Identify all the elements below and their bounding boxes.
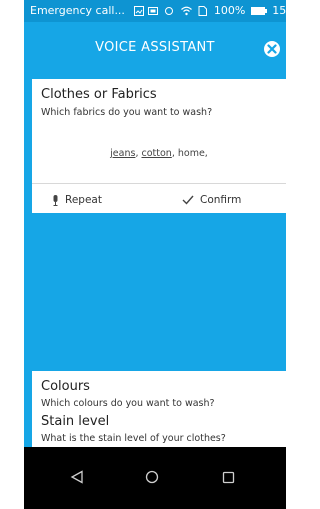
notification-text: Emergency call... (30, 4, 125, 17)
recents-button[interactable] (222, 469, 235, 488)
status-right: 100% 15: (147, 4, 286, 17)
answer-separator: , (204, 148, 208, 159)
right-margin (286, 0, 290, 509)
confirm-button[interactable]: Confirm (182, 194, 241, 206)
sync-icon (165, 7, 174, 15)
close-button[interactable] (264, 41, 280, 57)
question-title: Clothes or Fabrics (41, 87, 157, 102)
card-divider (32, 183, 286, 184)
image-notification-icon (134, 6, 145, 16)
back-button[interactable] (70, 469, 84, 488)
recents-square-icon (222, 471, 235, 484)
screen: Emergency call... 100% 15 VOICE ASSISTAN… (24, 0, 286, 509)
question-card: Clothes or Fabrics Which fabrics do you … (32, 79, 286, 213)
checkmark-icon (182, 195, 194, 205)
phone-frame: Emergency call... 100% 15 VOICE ASSISTAN… (0, 0, 290, 509)
answer-keyword: jeans (110, 148, 136, 159)
app-bar: VOICE ASSISTANT (24, 22, 286, 74)
navigation-bar (24, 447, 286, 509)
repeat-button[interactable]: Repeat (52, 194, 102, 206)
upcoming-questions-card: Colours Which colours do you want to was… (32, 371, 286, 447)
question-prompt: Which fabrics do you want to wash? (41, 107, 213, 118)
confirm-label: Confirm (200, 194, 242, 206)
battery-icon (250, 7, 267, 15)
status-bar: Emergency call... 100% 15 (24, 0, 286, 22)
repeat-label: Repeat (65, 194, 102, 206)
page-title: VOICE ASSISTANT (95, 40, 215, 55)
close-icon (267, 44, 277, 54)
home-button[interactable] (145, 469, 159, 488)
battery-percent: 100% (213, 4, 246, 17)
nfc-icon (147, 7, 158, 15)
wifi-icon (180, 6, 192, 16)
back-triangle-icon (70, 470, 83, 484)
question-prompt: What is the stain level of your clothes? (41, 433, 226, 444)
answer-text: jeans, cotton, home, (32, 148, 286, 159)
question-title: Colours (41, 379, 90, 394)
left-margin (0, 0, 24, 509)
status-left: Emergency call... (30, 4, 145, 17)
home-circle-icon (145, 470, 159, 484)
microphone-icon (53, 194, 58, 206)
question-prompt: Which colours do you want to wash? (41, 398, 215, 409)
answer-keyword: cotton (141, 148, 172, 159)
sim-icon (198, 6, 208, 16)
clock: 15: (272, 4, 286, 17)
question-title: Stain level (41, 414, 110, 429)
answer-word: home (177, 148, 205, 159)
